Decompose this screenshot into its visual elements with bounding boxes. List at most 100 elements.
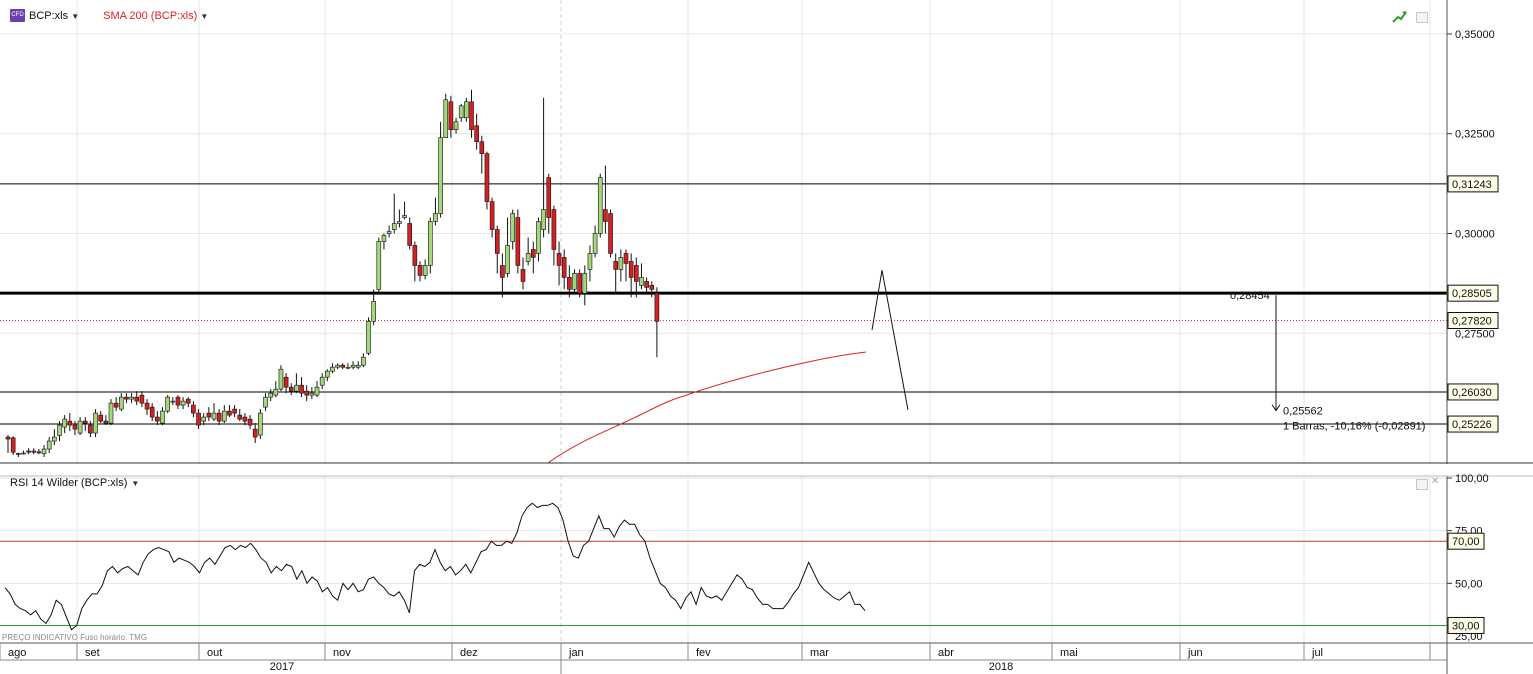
candle-body bbox=[237, 414, 243, 420]
month-label: jan bbox=[568, 647, 584, 659]
month-label: abr bbox=[938, 647, 954, 659]
restore-icon[interactable] bbox=[1416, 12, 1428, 23]
month-label: jun bbox=[1187, 647, 1203, 659]
candle-body bbox=[175, 396, 181, 406]
candle-body bbox=[515, 217, 521, 266]
candle-body bbox=[46, 440, 52, 450]
candle-body bbox=[278, 368, 284, 390]
sma-path bbox=[547, 351, 867, 464]
sma-label: SMA 200 (BCP:xls) bbox=[103, 9, 198, 22]
month-label: nov bbox=[333, 647, 351, 659]
candle-body bbox=[546, 177, 552, 218]
candle-body bbox=[510, 213, 516, 242]
measure-tool[interactable]: 0,28454 0,25562 1 Barras, -10,16% (-0,0289… bbox=[1230, 290, 1425, 432]
candle-body bbox=[319, 376, 325, 386]
candle-body bbox=[438, 137, 443, 214]
candle-body bbox=[443, 99, 449, 139]
candle-body bbox=[633, 265, 639, 282]
footer-note: PREÇO INDICATIVO Fuso horário: TMG bbox=[2, 633, 148, 642]
candle-body bbox=[505, 245, 510, 274]
chevron-down-icon: ▼ bbox=[200, 11, 209, 21]
candle-body bbox=[247, 418, 253, 426]
candle-body bbox=[149, 406, 155, 418]
price-level-label: 0,28505 bbox=[1452, 288, 1492, 300]
candle-body bbox=[407, 223, 413, 246]
candle-body bbox=[283, 376, 289, 388]
candle-body bbox=[196, 412, 201, 426]
measure-start-label: 0,28454 bbox=[1230, 290, 1270, 302]
rsi-level-label: 30,00 bbox=[1452, 620, 1480, 632]
sma-selector[interactable]: SMA 200 (BCP:xls) ▼ bbox=[103, 10, 208, 22]
measure-end-label: 0,25562 bbox=[1283, 406, 1323, 418]
candle-body bbox=[98, 414, 103, 422]
candle-body bbox=[386, 231, 392, 234]
candle-body bbox=[613, 261, 619, 270]
candle-body bbox=[639, 277, 644, 286]
candle-body bbox=[26, 450, 31, 453]
trend-up-icon[interactable] bbox=[1392, 10, 1408, 24]
month-label: mai bbox=[1060, 647, 1078, 659]
measure-summary: 1 Barras, -10,16% (-0,02891) bbox=[1283, 421, 1425, 433]
candle-body bbox=[381, 235, 387, 242]
close-icon[interactable]: ✕ bbox=[1431, 476, 1439, 487]
candle-body bbox=[62, 418, 67, 428]
candle-body bbox=[577, 273, 582, 294]
rsi-header[interactable]: RSI 14 Wilder (BCP:xls) ▼ bbox=[10, 477, 139, 489]
price-level-label: 0,31243 bbox=[1452, 179, 1492, 191]
candle-body bbox=[525, 253, 531, 262]
candle-body bbox=[299, 384, 304, 394]
candle-body bbox=[572, 273, 577, 290]
candle-body bbox=[556, 253, 562, 266]
candle-body bbox=[324, 370, 330, 378]
candle-body bbox=[520, 269, 526, 282]
candle-body bbox=[500, 265, 505, 278]
projection-line[interactable] bbox=[871, 270, 909, 411]
candle-body bbox=[31, 450, 37, 453]
restore-icon[interactable] bbox=[1416, 479, 1428, 490]
candle-body bbox=[232, 408, 237, 414]
candle-body bbox=[433, 213, 438, 222]
rsi-tick-label: 100,00 bbox=[1455, 473, 1489, 485]
candle-body bbox=[211, 412, 217, 420]
chevron-down-icon: ▼ bbox=[71, 11, 80, 21]
candle-body bbox=[628, 261, 634, 278]
candle-body bbox=[314, 386, 320, 396]
candle-body bbox=[587, 253, 593, 270]
candle-body bbox=[350, 364, 356, 368]
candle-body bbox=[474, 125, 479, 142]
candle-body bbox=[561, 257, 567, 278]
candle-body bbox=[52, 436, 57, 442]
candle-body bbox=[484, 153, 490, 202]
candle-body bbox=[129, 396, 134, 400]
instrument-selector[interactable]: BCP:xls ▼ bbox=[29, 10, 79, 22]
candle-body bbox=[464, 101, 469, 119]
candle-body bbox=[649, 285, 655, 290]
chevron-down-icon: ▼ bbox=[131, 478, 140, 488]
candle-body bbox=[165, 396, 170, 412]
candle-body bbox=[397, 221, 402, 224]
candle-body bbox=[536, 221, 541, 254]
candle-body bbox=[273, 388, 279, 396]
chart-frame bbox=[0, 0, 1533, 674]
price-tick-label: 0,27500 bbox=[1455, 328, 1495, 340]
candle-body bbox=[412, 245, 418, 266]
month-label: jul bbox=[1311, 647, 1323, 659]
candle-body bbox=[5, 436, 11, 440]
candle-body bbox=[597, 177, 603, 234]
month-label: ago bbox=[8, 647, 26, 659]
horizontal-lines[interactable] bbox=[0, 183, 1447, 425]
candle-body bbox=[222, 410, 227, 422]
month-label: set bbox=[85, 647, 100, 659]
candle-body bbox=[36, 451, 42, 454]
candle-body bbox=[340, 364, 346, 368]
candle-body bbox=[592, 233, 598, 254]
candle-body bbox=[242, 416, 248, 422]
year-label: 2018 bbox=[989, 661, 1013, 673]
cfd-badge-icon: CFD bbox=[10, 9, 25, 22]
candle-body bbox=[144, 402, 150, 410]
candle-body bbox=[361, 356, 366, 366]
candle-body bbox=[191, 404, 196, 414]
price-chart[interactable]: 0,28454 0,25562 1 Barras, -10,16% (-0,0289… bbox=[0, 0, 1533, 674]
rsi-label: RSI 14 Wilder (BCP:xls) bbox=[10, 477, 128, 489]
candle-body bbox=[10, 437, 16, 453]
